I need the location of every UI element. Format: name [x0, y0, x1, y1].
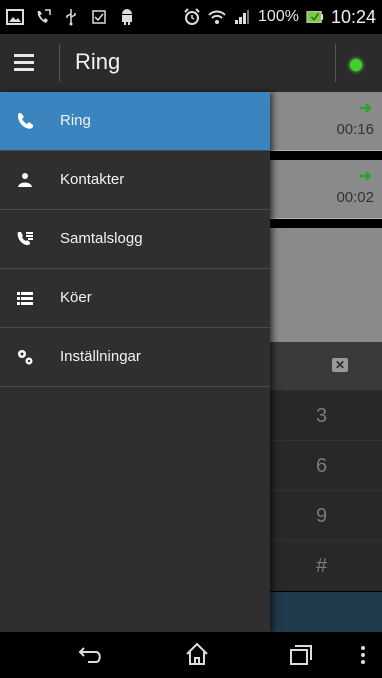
- call-duration: 00:16: [336, 121, 374, 138]
- usb-icon: [62, 8, 80, 26]
- home-icon[interactable]: [184, 642, 210, 671]
- drawer-item-label: Ring: [60, 112, 91, 129]
- divider: [59, 44, 60, 82]
- keypad-key[interactable]: 6: [270, 440, 382, 491]
- keypad-key[interactable]: 9: [270, 490, 382, 541]
- drawer-item-label: Kontakter: [60, 171, 125, 188]
- key-digit: 6: [316, 455, 328, 477]
- recents-icon[interactable]: [289, 644, 313, 671]
- drawer-item-koer[interactable]: Köer: [0, 269, 270, 328]
- drawer-item-kontakter[interactable]: Kontakter: [0, 151, 270, 210]
- battery-percent: 100%: [258, 8, 299, 25]
- list-item[interactable]: ➜ 00:16: [270, 92, 382, 151]
- key-digit: 9: [316, 505, 328, 527]
- back-icon[interactable]: [78, 644, 104, 671]
- checkbox-icon: [90, 8, 108, 26]
- arrow-right-icon: ➜: [358, 100, 372, 117]
- phone-icon: [16, 112, 34, 130]
- connection-status-indicator[interactable]: [350, 59, 362, 71]
- person-icon: [16, 171, 34, 189]
- call-log-icon: [16, 230, 34, 248]
- status-bar: 100% 10:24: [0, 0, 382, 34]
- drawer-item-label: Samtalslogg: [60, 230, 143, 247]
- wifi-icon: [208, 8, 226, 26]
- signal-icon: [233, 8, 251, 26]
- keypad-key[interactable]: 3: [270, 390, 382, 441]
- android-icon: [118, 8, 136, 26]
- image-icon: [6, 8, 24, 26]
- menu-icon[interactable]: [360, 644, 366, 671]
- page-title: Ring: [75, 49, 121, 74]
- dial-input-row: ✕: [270, 342, 382, 390]
- call-forward-icon: [34, 8, 52, 26]
- arrow-right-icon: ➜: [358, 168, 372, 185]
- key-digit: #: [316, 555, 328, 577]
- list-icon: [16, 289, 34, 307]
- call-duration: 00:02: [336, 189, 374, 206]
- call-button-bar[interactable]: [270, 592, 382, 632]
- menu-drawer-toggle[interactable]: [14, 50, 42, 76]
- keypad-key[interactable]: #: [270, 540, 382, 591]
- main-content: ➜ 00:16 ➜ 00:02 ✕ 3 6 9 #: [270, 92, 382, 632]
- divider: [335, 44, 336, 82]
- system-nav-bar: [0, 632, 382, 678]
- key-digit: 3: [316, 405, 328, 427]
- drawer-item-samtalslogg[interactable]: Samtalslogg: [0, 210, 270, 269]
- drawer-item-label: Köer: [60, 289, 92, 306]
- navigation-drawer: Ring Kontakter Samtalslogg Köer Inställn…: [0, 92, 270, 632]
- drawer-item-label: Inställningar: [60, 348, 141, 365]
- settings-icon: [16, 348, 34, 366]
- empty-area: [270, 228, 382, 342]
- battery-icon: [306, 8, 324, 26]
- backspace-button[interactable]: ✕: [332, 358, 348, 372]
- drawer-item-ring[interactable]: Ring: [0, 92, 270, 151]
- clock: 10:24: [330, 6, 376, 27]
- hamburger-icon: [14, 54, 34, 57]
- list-item[interactable]: ➜ 00:02: [270, 160, 382, 219]
- action-bar: Ring: [0, 34, 382, 93]
- alarm-icon: [183, 8, 201, 26]
- drawer-item-installningar[interactable]: Inställningar: [0, 328, 270, 387]
